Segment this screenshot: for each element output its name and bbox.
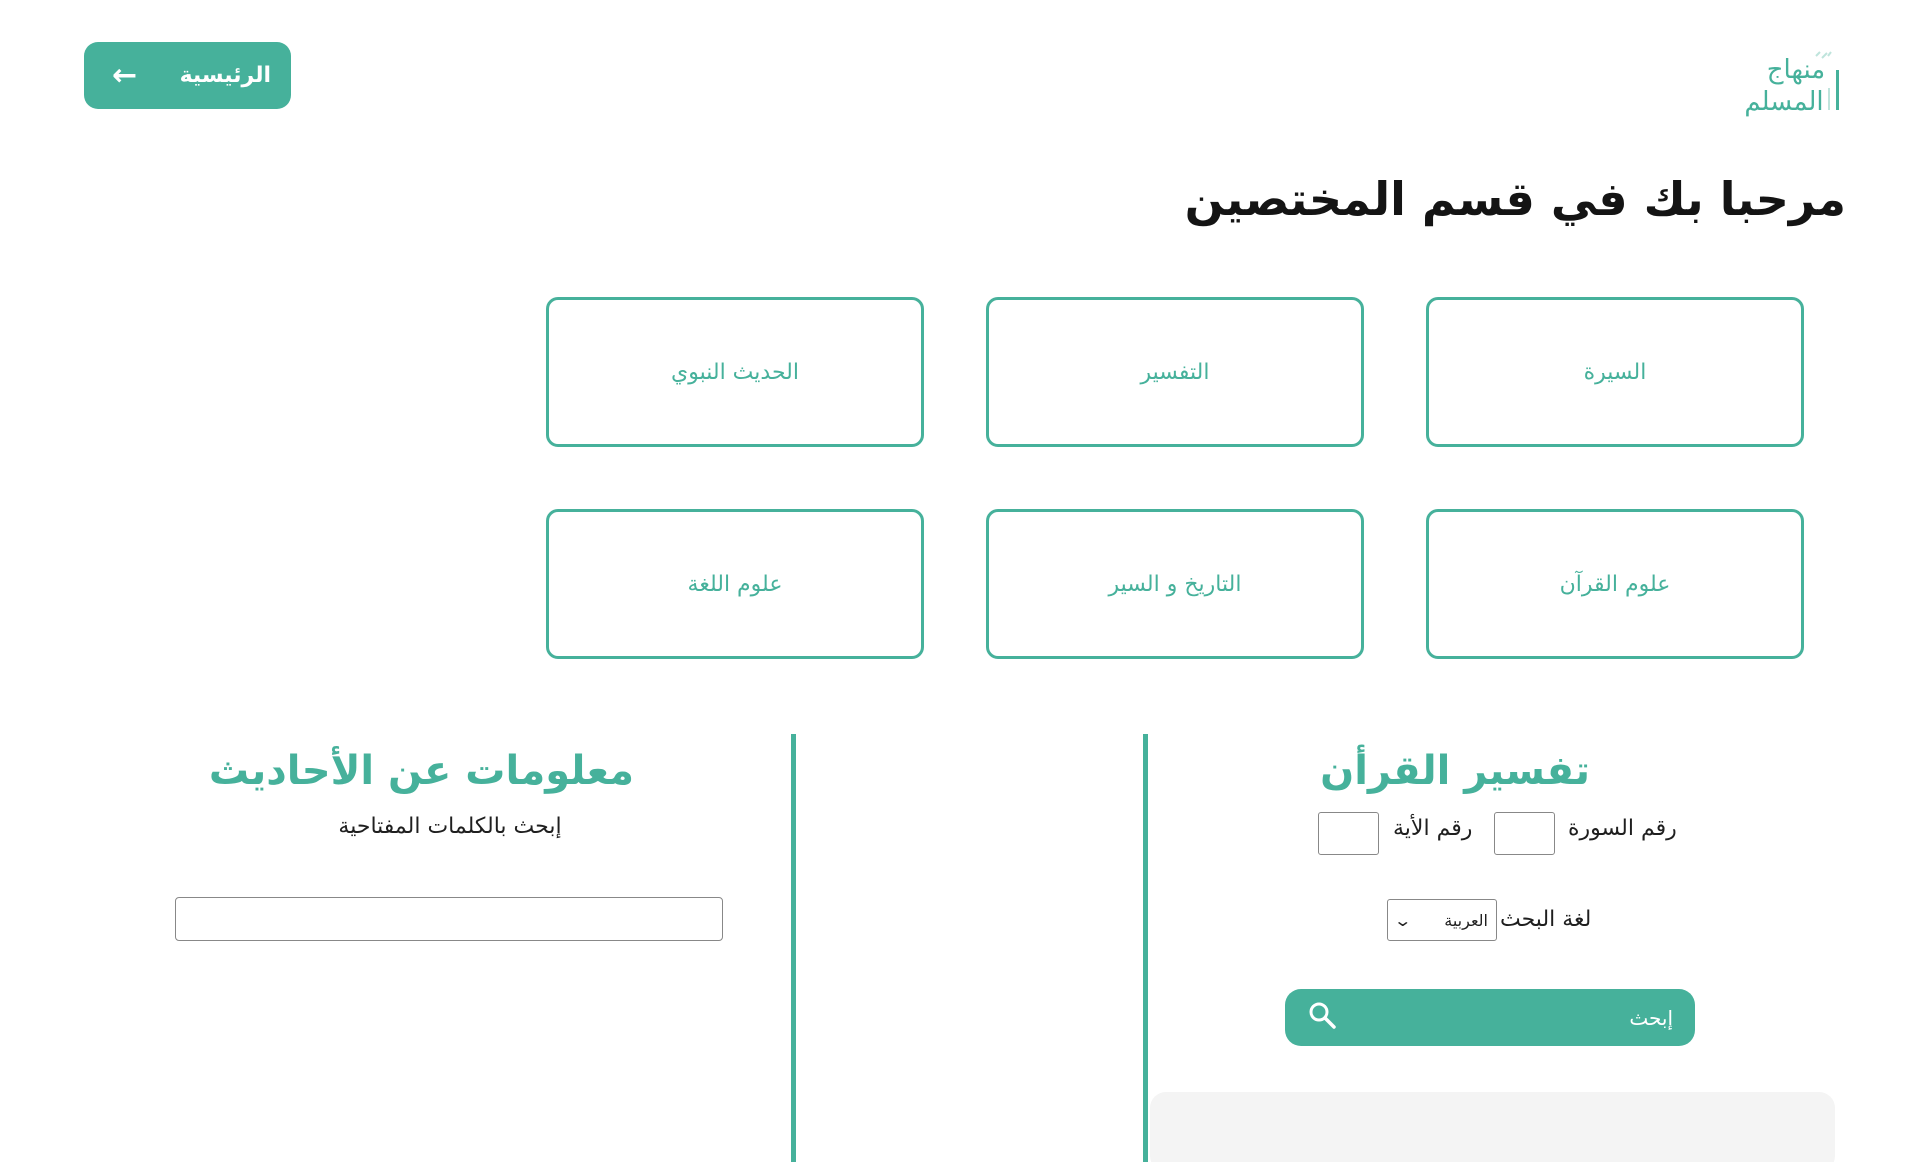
category-card-seerah[interactable]: السيرة — [1426, 297, 1804, 447]
category-label: علوم القرآن — [1559, 571, 1671, 597]
svg-text:منهاج: منهاج — [1767, 55, 1825, 85]
search-button-label: إبحث — [1629, 1005, 1673, 1030]
chevron-down-icon: ⌄ — [1393, 910, 1413, 930]
category-label: التفسير — [1140, 359, 1210, 385]
category-card-history[interactable]: التاريخ و السير — [986, 509, 1364, 659]
ayah-number-label: رقم الأية — [1393, 816, 1473, 841]
section-divider — [791, 734, 796, 1162]
tafsir-title: تفسير القرأن — [1320, 748, 1590, 794]
category-label: السيرة — [1583, 359, 1647, 385]
category-label: الحديث النبوي — [671, 359, 799, 385]
tafsir-results-panel — [1150, 1092, 1835, 1162]
category-label: علوم اللغة — [687, 571, 783, 597]
search-icon — [1307, 1000, 1337, 1035]
language-selected-value: العربية — [1444, 910, 1488, 930]
category-card-quran-sciences[interactable]: علوم القرآن — [1426, 509, 1804, 659]
section-divider — [1143, 734, 1148, 1162]
hadith-title: معلومات عن الأحاديث — [208, 748, 634, 794]
search-language-label: لغة البحث — [1500, 907, 1592, 932]
category-label: التاريخ و السير — [1108, 571, 1242, 597]
category-card-hadith[interactable]: الحديث النبوي — [546, 297, 924, 447]
category-card-tafsir[interactable]: التفسير — [986, 297, 1364, 447]
category-card-language-sciences[interactable]: علوم اللغة — [546, 509, 924, 659]
surah-number-input[interactable] — [1494, 812, 1555, 855]
home-button-label: الرئيسية — [179, 63, 271, 88]
arrow-left-icon: ← — [112, 57, 138, 93]
tafsir-search-button[interactable]: إبحث — [1285, 989, 1695, 1046]
home-button[interactable]: الرئيسية ← — [84, 42, 291, 109]
svg-text:المسلم: المسلم — [1744, 87, 1823, 117]
page-title: مرحبا بك في قسم المختصين — [1184, 172, 1846, 226]
search-language-select[interactable]: العربية ⌄ — [1387, 899, 1497, 941]
surah-number-label: رقم السورة — [1568, 816, 1677, 841]
hadith-subtitle: إبحث بالكلمات المفتاحية — [338, 814, 562, 839]
ayah-number-input[interactable] — [1318, 812, 1379, 855]
logo-mark: منهاج المسلم — [1744, 51, 1839, 117]
hadith-keyword-input[interactable] — [175, 897, 723, 941]
site-logo[interactable]: منهاج المسلم — [1724, 50, 1844, 120]
